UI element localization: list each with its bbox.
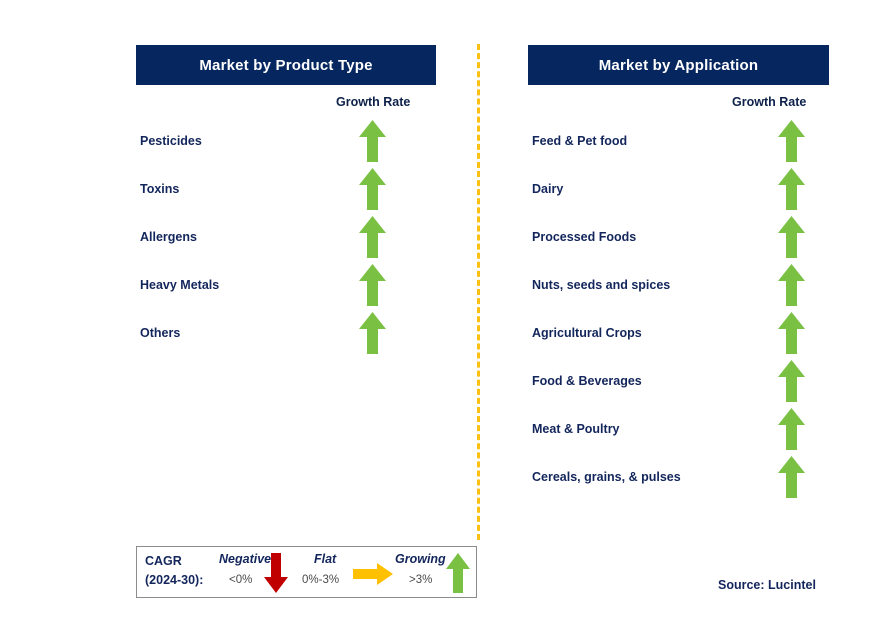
legend-flat-label: Flat bbox=[314, 552, 337, 566]
row-label: Nuts, seeds and spices bbox=[532, 278, 671, 292]
growth-rate-column-header-product: Growth Rate bbox=[336, 95, 411, 109]
row-label: Dairy bbox=[532, 182, 564, 196]
row-list-product-type: Pesticides Toxins Allergens Heavy Metals Oth… bbox=[136, 120, 436, 360]
row-label: Feed & Pet food bbox=[532, 134, 628, 148]
arrow-right-icon bbox=[353, 563, 393, 585]
table-row: Heavy Metals bbox=[136, 264, 436, 312]
table-row: Food & Beverages bbox=[528, 360, 829, 408]
table-row: Toxins bbox=[136, 168, 436, 216]
row-label: Toxins bbox=[140, 182, 180, 196]
arrow-up-icon bbox=[359, 168, 386, 210]
panel-title-product-type: Market by Product Type bbox=[136, 45, 436, 85]
arrow-up-icon bbox=[778, 120, 805, 162]
arrow-up-icon bbox=[446, 553, 470, 593]
table-row: Feed & Pet food bbox=[528, 120, 829, 168]
legend-cagr-line2: (2024-30): bbox=[145, 573, 204, 587]
row-label: Agricultural Crops bbox=[532, 326, 642, 340]
source-note: Source: Lucintel bbox=[718, 578, 816, 592]
arrow-up-icon bbox=[359, 312, 386, 354]
table-row: Agricultural Crops bbox=[528, 312, 829, 360]
legend-flat-value: 0%-3% bbox=[302, 574, 340, 586]
table-row: Allergens bbox=[136, 216, 436, 264]
table-row: Pesticides bbox=[136, 120, 436, 168]
arrow-up-icon bbox=[778, 168, 805, 210]
arrow-down-icon bbox=[264, 553, 288, 593]
legend-growing-value: >3% bbox=[409, 574, 433, 586]
arrow-up-icon bbox=[778, 312, 805, 354]
arrow-up-icon bbox=[359, 264, 386, 306]
table-row: Others bbox=[136, 312, 436, 360]
row-label: Meat & Poultry bbox=[532, 422, 620, 436]
arrow-up-icon bbox=[359, 120, 386, 162]
row-label: Others bbox=[140, 326, 181, 340]
growth-rate-column-header-application: Growth Rate bbox=[732, 95, 807, 109]
row-list-application: Feed & Pet food Dairy Processed Foods Nuts,… bbox=[528, 120, 829, 504]
panel-title-application: Market by Application bbox=[528, 45, 829, 85]
table-row: Dairy bbox=[528, 168, 829, 216]
row-label: Food & Beverages bbox=[532, 374, 642, 388]
vertical-dashed-divider bbox=[477, 44, 480, 540]
table-row: Processed Foods bbox=[528, 216, 829, 264]
arrow-up-icon bbox=[778, 456, 805, 498]
row-label: Heavy Metals bbox=[140, 278, 220, 292]
row-label: Processed Foods bbox=[532, 230, 637, 244]
row-label: Cereals, grains, & pulses bbox=[532, 470, 681, 484]
legend-cagr-line1: CAGR bbox=[145, 554, 182, 568]
table-row: Meat & Poultry bbox=[528, 408, 829, 456]
legend-cagr: CAGR (2024-30): Negative <0% Flat 0%-3% … bbox=[136, 546, 477, 598]
legend-growing-label: Growing bbox=[395, 552, 446, 566]
arrow-up-icon bbox=[778, 360, 805, 402]
table-row: Nuts, seeds and spices bbox=[528, 264, 829, 312]
table-row: Cereals, grains, & pulses bbox=[528, 456, 829, 504]
arrow-up-icon bbox=[359, 216, 386, 258]
arrow-up-icon bbox=[778, 216, 805, 258]
row-label: Pesticides bbox=[140, 134, 202, 148]
legend-negative-value: <0% bbox=[229, 574, 253, 586]
row-label: Allergens bbox=[140, 230, 197, 244]
arrow-up-icon bbox=[778, 264, 805, 306]
arrow-up-icon bbox=[778, 408, 805, 450]
